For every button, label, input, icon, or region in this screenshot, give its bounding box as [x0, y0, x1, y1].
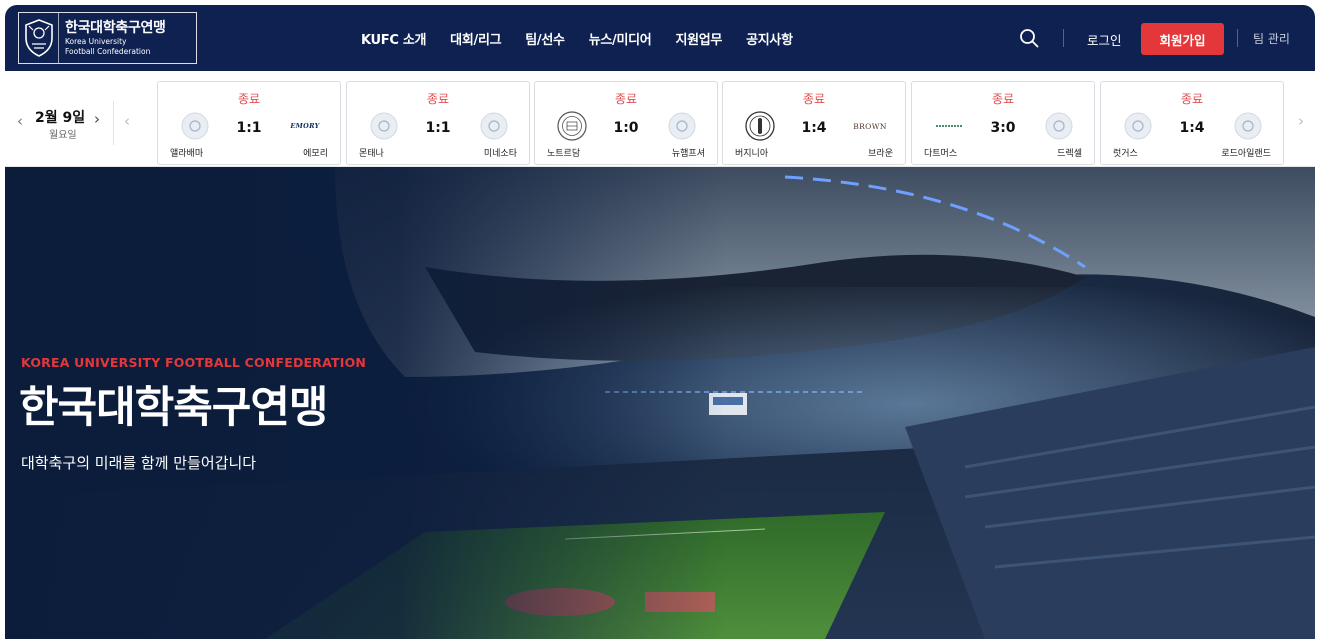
match-card[interactable]: 종료 1:1 EMORY 앨라배마 에모리	[157, 81, 341, 165]
nav-item-competitions[interactable]: 대회/리그	[450, 29, 501, 48]
logo-text: 한국대학축구연맹 Korea University Football Confe…	[59, 21, 166, 55]
home-team-name: 몬태나	[359, 149, 384, 159]
hero-subtitle: 대학축구의 미래를 함께 만들어갑니다	[21, 454, 257, 472]
nav-item-teams[interactable]: 팀/선수	[525, 29, 565, 48]
login-link[interactable]: 로그인	[1087, 30, 1122, 49]
match-score-strip: ‹ 2월 9일 › 월요일 ‹ 종료 1:1 EMORY 앨라배마 에모리 종료…	[5, 71, 1315, 167]
date-next-chevron-icon[interactable]: ›	[94, 112, 100, 127]
hero-kicker: KOREA UNIVERSITY FOOTBALL CONFEDERATION	[21, 355, 367, 370]
away-team-name: 로드아일랜드	[1221, 149, 1271, 159]
nav-item-about[interactable]: KUFC 소개	[361, 29, 426, 48]
home-team-name: 다트머스	[924, 149, 958, 159]
emory-logo-icon: EMORY	[290, 111, 320, 141]
home-team-name: 럿거스	[1113, 149, 1138, 159]
logo-name-en-2: Football Confederation	[65, 46, 151, 56]
header-divider	[1237, 29, 1238, 47]
nav-item-support[interactable]: 지원업무	[675, 29, 722, 48]
away-team-name: 브라운	[868, 149, 893, 159]
home-team-name: 버지니아	[735, 149, 769, 159]
logo-name-ko: 한국대학축구연맹	[65, 20, 166, 36]
home-team-name: 노트르담	[547, 149, 581, 159]
selected-date: 2월 9일	[35, 110, 86, 126]
match-status: 종료	[426, 92, 450, 106]
away-team-name: 에모리	[303, 149, 328, 159]
matches-prev-chevron-icon[interactable]: ‹	[124, 114, 130, 129]
away-team-name: 드렉셀	[1057, 149, 1082, 159]
main-nav: KUFC 소개 대회/리그 팀/선수 뉴스/미디어 지원업무 공지사항	[361, 5, 817, 71]
signup-button[interactable]: 회원가입	[1141, 23, 1224, 55]
selected-weekday: 월요일	[49, 130, 77, 141]
match-card[interactable]: 종료 1:1 몬태나 미네소타	[346, 81, 530, 165]
team-admin-link[interactable]: 팀 관리	[1253, 30, 1290, 47]
match-card[interactable]: 종료 1:4 BROWN 버지니아 브라운	[722, 81, 906, 165]
nav-item-notices[interactable]: 공지사항	[746, 29, 793, 48]
date-prev-chevron-icon[interactable]: ‹	[17, 114, 23, 129]
page: 한국대학축구연맹 Korea University Football Confe…	[5, 5, 1315, 639]
hero-title: 한국대학축구연맹	[19, 383, 328, 433]
search-icon[interactable]	[1018, 27, 1040, 49]
match-status: 종료	[237, 92, 261, 106]
placeholder-logo-icon	[479, 111, 509, 141]
match-status: 종료	[991, 92, 1015, 106]
header-divider	[1063, 29, 1064, 47]
top-header: 한국대학축구연맹 Korea University Football Confe…	[5, 5, 1315, 71]
match-status: 종료	[614, 92, 638, 106]
placeholder-logo-icon	[667, 111, 697, 141]
match-card[interactable]: 종료 1:4 럿거스 로드아일랜드	[1100, 81, 1284, 165]
away-team-name: 뉴햄프셔	[671, 149, 705, 159]
match-status: 종료	[802, 92, 826, 106]
placeholder-logo-icon	[1044, 111, 1074, 141]
shield-emblem-icon	[19, 13, 59, 63]
brown-logo-icon: BROWN	[853, 111, 887, 141]
logo-name-en-1: Korea University	[65, 37, 127, 46]
away-team-name: 미네소타	[483, 149, 517, 159]
hero-banner: KOREA UNIVERSITY FOOTBALL CONFEDERATION …	[5, 167, 1315, 639]
emory-logo-text: EMORY	[290, 122, 320, 130]
date-divider	[113, 101, 114, 145]
brown-logo-text: BROWN	[853, 121, 887, 131]
home-team-name: 앨라배마	[170, 149, 204, 159]
match-status: 종료	[1180, 92, 1204, 106]
site-logo[interactable]: 한국대학축구연맹 Korea University Football Confe…	[18, 12, 197, 64]
match-card[interactable]: 종료 1:0 노트르담 뉴햄프셔	[534, 81, 718, 165]
match-card[interactable]: 종료 3:0 다트머스 드렉셀	[911, 81, 1095, 165]
nav-item-news[interactable]: 뉴스/미디어	[589, 29, 652, 48]
matches-next-chevron-icon[interactable]: ›	[1298, 114, 1304, 129]
placeholder-logo-icon	[1233, 111, 1263, 141]
